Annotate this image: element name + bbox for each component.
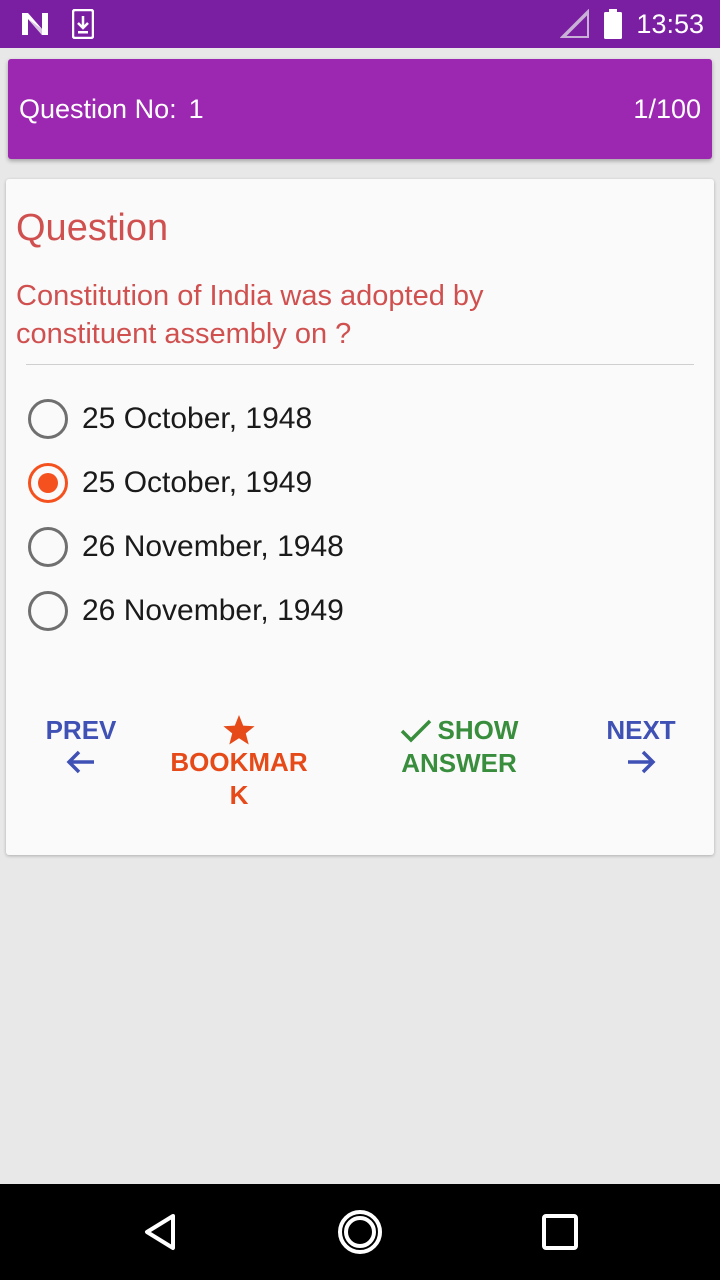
option-1[interactable]: 25 October, 1948	[28, 394, 312, 444]
prev-label: PREV	[45, 715, 117, 745]
next-button[interactable]: NEXT	[596, 714, 686, 777]
option-4[interactable]: 26 November, 1949	[28, 586, 344, 636]
question-heading: Question	[16, 207, 169, 249]
radio-button-selected[interactable]	[28, 463, 68, 503]
option-label: 25 October, 1948	[82, 402, 313, 435]
status-left	[20, 8, 94, 40]
option-2[interactable]: 25 October, 1949	[28, 458, 312, 508]
bookmark-label-line2: K	[229, 780, 249, 810]
home-icon[interactable]	[336, 1208, 384, 1256]
radio-button[interactable]	[28, 399, 68, 439]
notification-n-icon	[22, 13, 48, 35]
arrow-left-icon	[66, 750, 94, 774]
check-icon	[400, 719, 431, 742]
question-text: Constitution of India was adopted by con…	[16, 280, 484, 350]
bookmark-label-line1: BOOKMAR	[170, 747, 308, 777]
prev-button[interactable]: PREV	[36, 714, 126, 777]
navigation-bar	[0, 1184, 720, 1280]
status-right: 13:53	[560, 0, 704, 48]
status-bar: 13:53	[0, 0, 720, 48]
option-3[interactable]: 26 November, 1948	[28, 522, 344, 572]
answer-label: ANSWER	[401, 748, 517, 778]
download-icon	[72, 9, 94, 39]
divider	[26, 364, 694, 365]
status-time: 13:53	[636, 8, 704, 39]
show-answer-button[interactable]: SHOW ANSWER	[384, 714, 534, 780]
next-label: NEXT	[606, 715, 676, 745]
back-icon[interactable]	[137, 1208, 185, 1256]
question-progress: 1/100	[633, 94, 701, 124]
bookmark-button[interactable]: BOOKMAR K	[168, 714, 310, 812]
recent-apps-icon[interactable]	[536, 1208, 584, 1256]
question-number-label: Question No:	[19, 94, 177, 124]
question-number-value: 1	[188, 94, 204, 124]
arrow-right-icon	[628, 750, 656, 774]
option-label: 26 November, 1949	[82, 594, 344, 627]
show-answer-row: SHOW	[384, 714, 534, 747]
show-label: SHOW	[437, 715, 519, 745]
signal-icon	[560, 9, 590, 38]
battery-icon	[604, 9, 623, 39]
radio-button[interactable]	[28, 527, 68, 567]
option-label: 25 October, 1949	[82, 466, 313, 499]
option-label: 26 November, 1948	[82, 530, 344, 563]
question-card: Question Constitution of India was adopt…	[6, 179, 714, 855]
question-number-group: Question No: 1	[19, 94, 204, 125]
question-header: Question No: 1 1/100	[8, 59, 712, 159]
radio-button[interactable]	[28, 591, 68, 631]
star-icon	[223, 715, 255, 745]
